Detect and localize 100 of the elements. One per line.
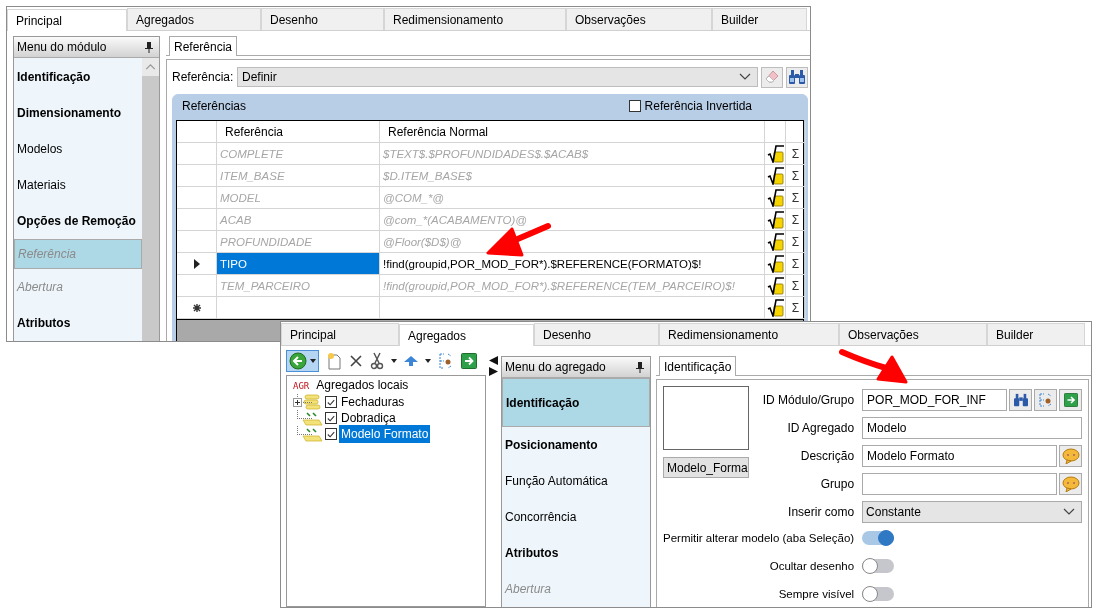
menu-item[interactable]: Atributos	[14, 305, 142, 341]
chevron-down-icon	[739, 73, 751, 81]
row-header-cell[interactable]	[177, 297, 217, 319]
toggle-label: Permitir alterar modelo (aba Seleção)	[663, 530, 855, 546]
toggle-label: Ocultar desenho	[768, 558, 855, 574]
comment-button[interactable]	[1059, 473, 1082, 495]
menu-item[interactable]: Atributos	[502, 535, 650, 571]
menu-item[interactable]: Concorrência	[502, 499, 650, 535]
table-cell[interactable]	[380, 297, 765, 319]
back-icon	[289, 352, 307, 370]
tab[interactable]: Principal	[281, 323, 399, 345]
checkbox[interactable]	[325, 428, 337, 440]
go-button[interactable]	[1059, 389, 1082, 411]
row-header-cell[interactable]	[177, 187, 217, 209]
row-header-cell[interactable]	[177, 231, 217, 253]
row-header-cell[interactable]	[177, 275, 217, 297]
speech-bubble-icon	[1061, 448, 1080, 464]
tab[interactable]: Redimensionamento	[659, 323, 839, 345]
menu-title: Menu do módulo	[17, 40, 107, 54]
tab[interactable]: Desenho	[534, 323, 659, 345]
sum-button[interactable]: Σ	[786, 187, 806, 209]
checkbox-label: Referência Invertida	[644, 99, 752, 113]
pin-icon[interactable]	[636, 361, 644, 373]
tab[interactable]: Observações	[839, 323, 987, 345]
hinge-icon	[301, 426, 323, 442]
menu-item[interactable]: Opções de Remoção	[14, 203, 142, 239]
tab[interactable]: Builder	[987, 323, 1085, 345]
input-field[interactable]: Modelo Formato	[862, 445, 1057, 467]
field-label: ID Módulo/Grupo	[761, 392, 855, 409]
menu-title: Menu do agregado	[505, 360, 606, 374]
back-button[interactable]	[286, 350, 319, 372]
sum-button[interactable]: Σ	[786, 231, 806, 253]
menu-item[interactable]: Materiais	[14, 167, 142, 203]
sum-button[interactable]: Σ	[786, 297, 806, 319]
checkbox[interactable]	[628, 100, 641, 112]
binoculars-button[interactable]	[1009, 389, 1032, 411]
checkbox[interactable]	[325, 396, 337, 408]
tab[interactable]: Observações	[566, 8, 712, 30]
column-header	[177, 121, 217, 143]
scrollbar[interactable]	[142, 58, 159, 341]
tree-item[interactable]: Dobradiça	[339, 411, 398, 425]
tab[interactable]: Redimensionamento	[384, 8, 566, 30]
eraser-icon	[764, 69, 780, 85]
speech-bubble-icon	[1061, 476, 1080, 492]
tree-item[interactable]: Modelo Formato	[339, 425, 431, 443]
menu-item[interactable]: Identificação	[14, 59, 142, 95]
caret-icon[interactable]	[391, 359, 397, 363]
tab[interactable]: Identificação	[659, 356, 737, 376]
sum-button[interactable]: Σ	[786, 209, 806, 231]
menu-item[interactable]: Modelos	[14, 131, 142, 167]
tree-search-icon[interactable]	[438, 352, 454, 370]
menu-item[interactable]: Posicionamento	[502, 427, 650, 463]
sum-button[interactable]: Σ	[786, 275, 806, 297]
field-label: Descrição	[799, 448, 855, 465]
checkbox[interactable]	[325, 412, 337, 424]
column-header: Referência	[217, 121, 380, 143]
tab[interactable]: Principal	[7, 9, 127, 31]
sum-button[interactable]: Σ	[786, 253, 806, 275]
tab[interactable]: Builder	[712, 8, 807, 30]
tab[interactable]: Referência	[169, 36, 238, 56]
table-cell[interactable]	[217, 297, 380, 319]
splitter-arrows-icon[interactable]	[489, 356, 498, 376]
table-cell[interactable]: TIPO	[217, 253, 380, 275]
pointer-arrow	[839, 349, 908, 384]
reference-dropdown[interactable]: Definir	[237, 67, 758, 87]
sum-button[interactable]: Σ	[786, 165, 806, 187]
dropdown[interactable]: Constante	[862, 501, 1082, 523]
tree-item[interactable]: Fechaduras	[339, 395, 407, 409]
row-header-cell[interactable]	[177, 143, 217, 165]
menu-item[interactable]: Dimensionamento	[14, 95, 142, 131]
up-arrow-icon[interactable]	[404, 356, 418, 366]
sum-button[interactable]: Σ	[786, 143, 806, 165]
pin-icon[interactable]	[145, 41, 153, 53]
comment-button[interactable]	[1059, 445, 1082, 467]
row-header-cell[interactable]	[177, 165, 217, 187]
cut-icon[interactable]	[370, 352, 384, 370]
image-button[interactable]: Modelo_Forma	[663, 457, 749, 478]
group-title: Referências	[182, 99, 247, 113]
tab[interactable]: Desenho	[261, 8, 384, 30]
exit-icon[interactable]	[461, 353, 477, 369]
column-header: Referência Normal	[380, 121, 765, 143]
caret-icon[interactable]	[425, 359, 431, 363]
toggle-switch[interactable]	[862, 558, 895, 573]
tree-item[interactable]: Agregados locais	[314, 378, 411, 392]
delete-icon[interactable]	[349, 354, 363, 368]
menu-item[interactable]: Função Automática	[502, 463, 650, 499]
menu-item[interactable]: Identificação	[502, 378, 650, 427]
binoculars-button[interactable]	[786, 66, 808, 88]
toggle-switch[interactable]	[862, 586, 895, 601]
expand-icon[interactable]	[293, 398, 302, 407]
field-label: Referência:	[172, 70, 234, 84]
tab[interactable]: Agregados	[399, 324, 534, 346]
tab[interactable]: Agregados	[127, 8, 261, 30]
input-field[interactable]	[862, 473, 1057, 495]
row-header-cell[interactable]	[177, 209, 217, 231]
input-field[interactable]: POR_MOD_FOR_INF	[862, 389, 1007, 411]
toggle-switch[interactable]	[862, 530, 895, 545]
input-field[interactable]: Modelo	[862, 417, 1082, 439]
tree-search-button[interactable]	[1034, 389, 1057, 411]
chevron-down-icon	[1063, 508, 1075, 516]
